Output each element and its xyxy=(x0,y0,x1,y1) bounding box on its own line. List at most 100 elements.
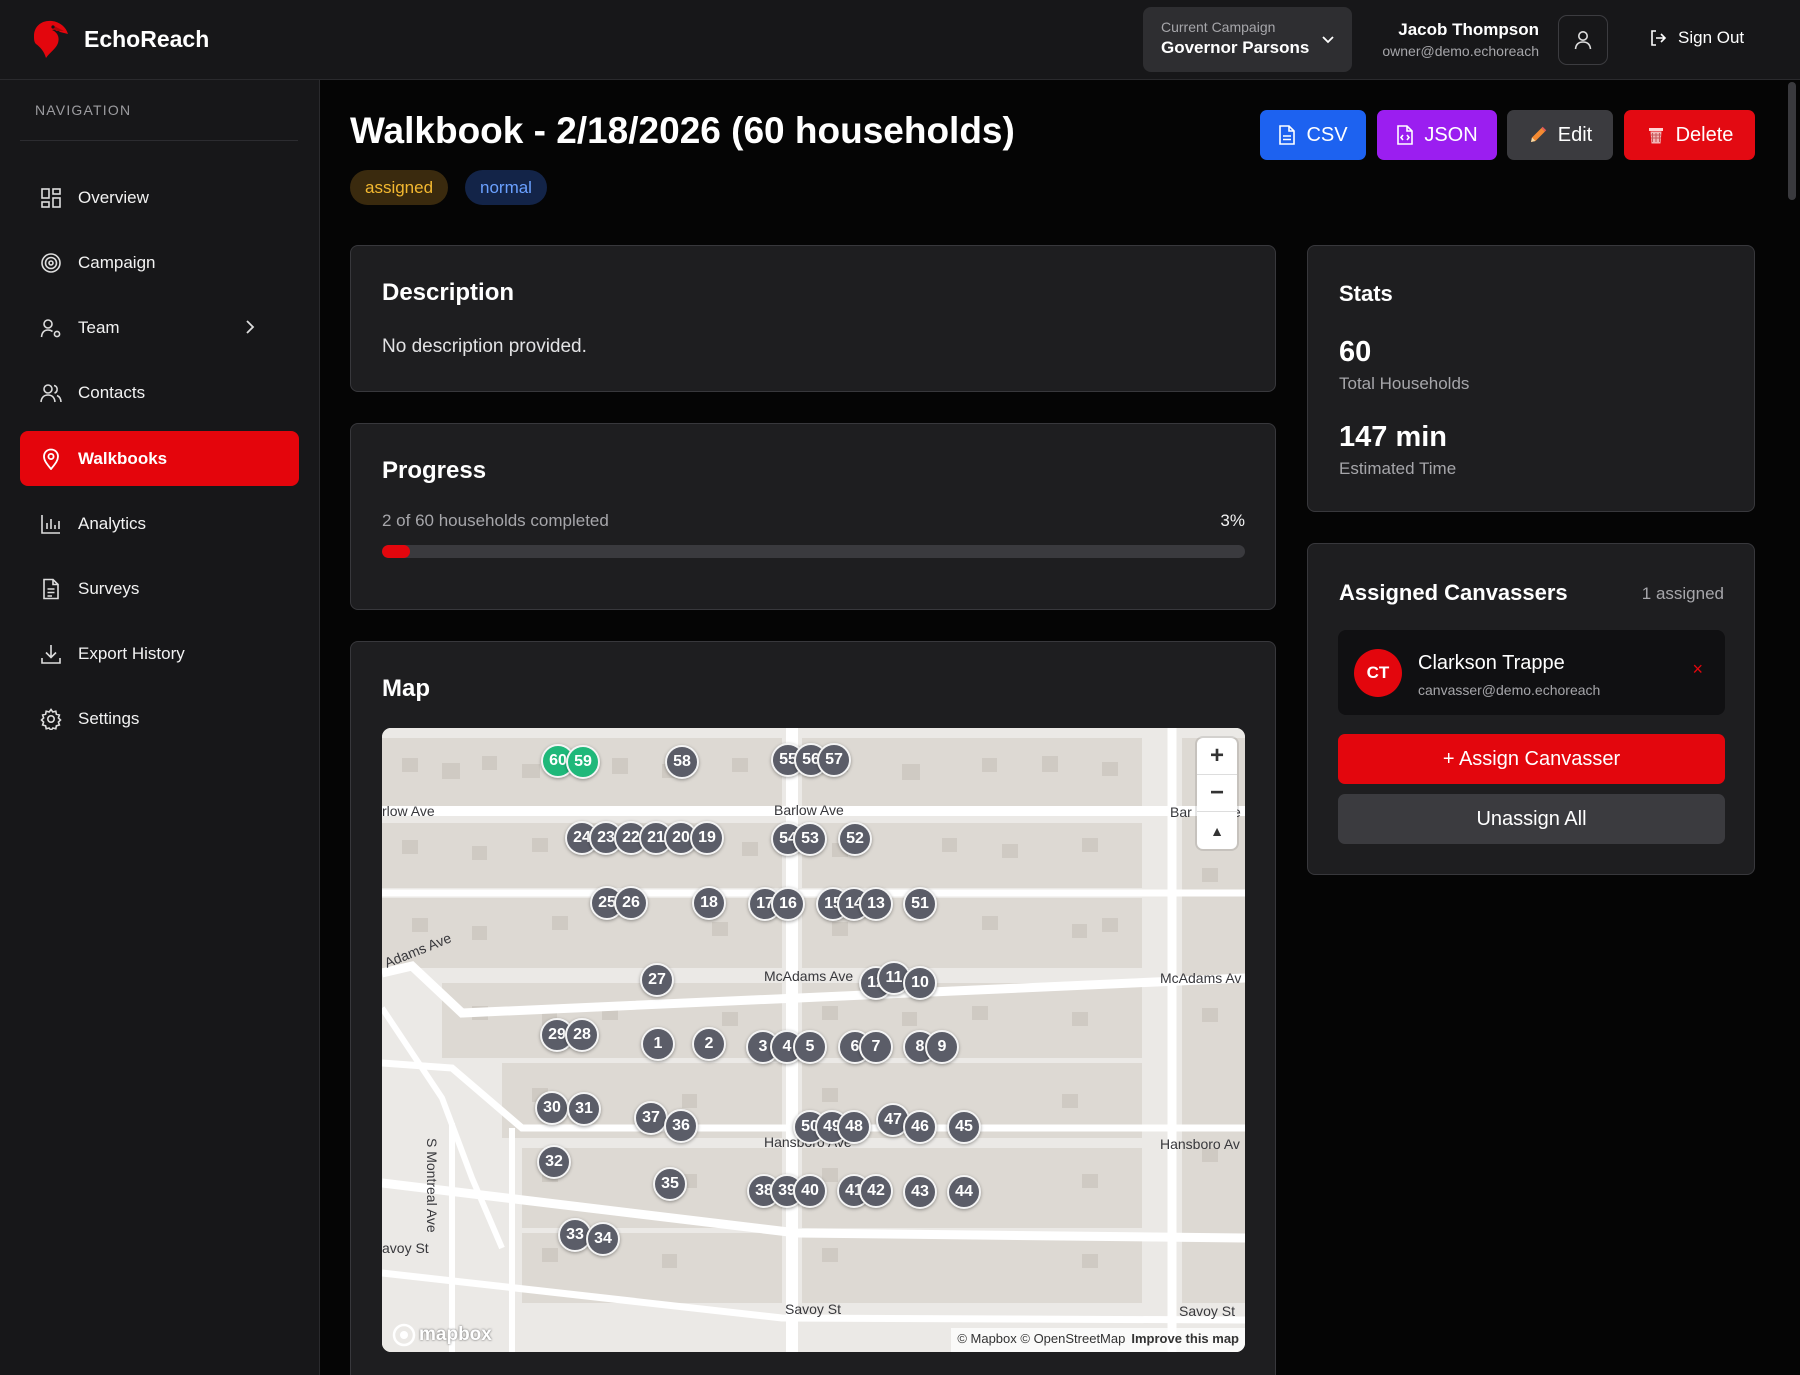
household-marker[interactable]: 35 xyxy=(653,1167,687,1201)
chevron-right-icon xyxy=(246,320,255,334)
sidebar-item-contacts[interactable]: Contacts xyxy=(20,365,299,420)
household-marker[interactable]: 1 xyxy=(641,1027,675,1061)
assign-canvasser-button[interactable]: + Assign Canvasser xyxy=(1338,734,1725,784)
user-email: owner@demo.echoreach xyxy=(1382,43,1539,59)
sidebar-item-walkbooks[interactable]: Walkbooks xyxy=(20,431,299,486)
canvasser-name: Clarkson Trappe xyxy=(1418,652,1565,674)
household-marker[interactable]: 40 xyxy=(793,1174,827,1208)
campaign-selector[interactable]: Current Campaign Governor Parsons xyxy=(1143,7,1352,72)
street-label: avoy St xyxy=(382,1240,429,1256)
sidebar-item-campaign[interactable]: Campaign xyxy=(20,235,299,290)
household-marker[interactable]: 27 xyxy=(640,963,674,997)
stats-title: Stats xyxy=(1339,281,1393,306)
walkbook-map[interactable]: rlow Ave Barlow Ave Bar ve Adams Ave McA… xyxy=(382,728,1245,1352)
sidebar-item-label: Surveys xyxy=(78,578,140,598)
pencil-icon xyxy=(1530,126,1546,142)
household-marker[interactable]: 52 xyxy=(838,822,872,856)
household-marker[interactable]: 16 xyxy=(771,887,805,921)
household-marker[interactable]: 36 xyxy=(664,1109,698,1143)
attribution-text[interactable]: © Mapbox © OpenStreetMap xyxy=(957,1331,1125,1346)
household-marker[interactable]: 10 xyxy=(903,966,937,1000)
street-label: Savoy St xyxy=(1179,1303,1236,1319)
unassign-all-button[interactable]: Unassign All xyxy=(1338,794,1725,844)
export-csv-label: CSV xyxy=(1306,123,1348,146)
chevron-down-icon xyxy=(1322,36,1334,44)
household-marker[interactable]: 2 xyxy=(692,1027,726,1061)
avatar: CT xyxy=(1354,649,1402,697)
household-marker[interactable]: 34 xyxy=(586,1222,620,1256)
household-marker[interactable]: 13 xyxy=(859,887,893,921)
brand-name: EchoReach xyxy=(84,25,210,52)
user-icon xyxy=(1574,31,1592,50)
canvassers-count: 1 assigned xyxy=(1641,584,1724,603)
progress-card: Progress 2 of 60 households completed 3% xyxy=(350,423,1276,610)
user-gear-icon xyxy=(40,318,61,337)
sidebar-item-label: Walkbooks xyxy=(78,448,168,468)
status-badge: assigned xyxy=(350,170,449,205)
household-marker[interactable]: 46 xyxy=(903,1110,937,1144)
sidebar-item-analytics[interactable]: Analytics xyxy=(20,496,299,551)
household-marker[interactable]: 53 xyxy=(793,822,827,856)
map-title: Map xyxy=(382,675,430,702)
household-marker[interactable]: 59 xyxy=(566,745,600,779)
zoom-out-button[interactable]: − xyxy=(1197,775,1237,812)
description-title: Description xyxy=(382,279,515,306)
household-marker[interactable]: 32 xyxy=(537,1145,571,1179)
remove-canvasser-button[interactable]: × xyxy=(1692,659,1703,680)
household-marker[interactable]: 9 xyxy=(925,1030,959,1064)
households-value: 60 xyxy=(1339,336,1372,368)
household-marker[interactable]: 7 xyxy=(859,1030,893,1064)
sidebar-item-team[interactable]: Team xyxy=(20,300,299,355)
file-icon xyxy=(1279,125,1296,145)
brand[interactable]: EchoReach xyxy=(30,18,209,60)
household-marker[interactable]: 57 xyxy=(817,743,851,777)
household-marker[interactable]: 44 xyxy=(947,1175,981,1209)
users-icon xyxy=(40,383,62,402)
progress-label: 2 of 60 households completed xyxy=(382,511,609,530)
canvasser-row: CT Clarkson Trappe canvasser@demo.echore… xyxy=(1338,630,1725,715)
user-profile-button[interactable] xyxy=(1558,15,1608,65)
sidebar-item-surveys[interactable]: Surveys xyxy=(20,561,299,616)
household-marker[interactable]: 45 xyxy=(947,1110,981,1144)
household-marker[interactable]: 58 xyxy=(665,745,699,779)
street-label: S Montreal Ave xyxy=(424,1138,440,1233)
delete-button[interactable]: Delete xyxy=(1624,110,1755,160)
sidebar-item-export-history[interactable]: Export History xyxy=(20,626,299,681)
target-icon xyxy=(41,252,61,273)
street-label: Bar xyxy=(1170,804,1192,820)
trash-icon xyxy=(1648,128,1663,144)
edit-button[interactable]: Edit xyxy=(1507,110,1613,160)
household-marker[interactable]: 43 xyxy=(903,1175,937,1209)
compass-button[interactable]: ▲ xyxy=(1197,812,1237,849)
household-marker[interactable]: 48 xyxy=(837,1110,871,1144)
stats-card: Stats 60 Total Households 147 min Estima… xyxy=(1307,245,1755,512)
progress-bar-fill xyxy=(382,545,411,558)
map-attribution: © Mapbox © OpenStreetMap Improve this map xyxy=(951,1328,1245,1352)
sidebar-item-label: Team xyxy=(78,317,120,337)
mapbox-logo[interactable]: mapbox xyxy=(392,1323,492,1347)
household-marker[interactable]: 5 xyxy=(793,1030,827,1064)
household-marker[interactable]: 19 xyxy=(690,821,724,855)
household-marker[interactable]: 18 xyxy=(692,886,726,920)
sign-out-button[interactable]: Sign Out xyxy=(1648,28,1744,48)
page-scrollbar[interactable] xyxy=(1788,82,1796,200)
zoom-in-button[interactable]: + xyxy=(1197,738,1237,775)
household-marker[interactable]: 51 xyxy=(903,887,937,921)
sidebar-item-label: Overview xyxy=(78,187,149,207)
household-marker[interactable]: 37 xyxy=(634,1101,668,1135)
household-marker[interactable]: 31 xyxy=(567,1092,601,1126)
map-controls: + − ▲ xyxy=(1197,738,1237,849)
improve-map-link[interactable]: Improve this map xyxy=(1131,1331,1239,1346)
export-json-button[interactable]: JSON xyxy=(1377,110,1497,160)
household-marker[interactable]: 42 xyxy=(859,1174,893,1208)
household-marker[interactable]: 28 xyxy=(565,1018,599,1052)
nav-heading: NAVIGATION xyxy=(35,102,132,118)
sidebar-item-overview[interactable]: Overview xyxy=(20,170,299,225)
nav-divider xyxy=(20,140,298,141)
export-csv-button[interactable]: CSV xyxy=(1260,110,1366,160)
map-pin-icon xyxy=(43,448,59,470)
household-marker[interactable]: 30 xyxy=(535,1091,569,1125)
sidebar-item-settings[interactable]: Settings xyxy=(20,691,299,746)
household-marker[interactable]: 26 xyxy=(614,886,648,920)
priority-badge: normal xyxy=(465,170,547,205)
